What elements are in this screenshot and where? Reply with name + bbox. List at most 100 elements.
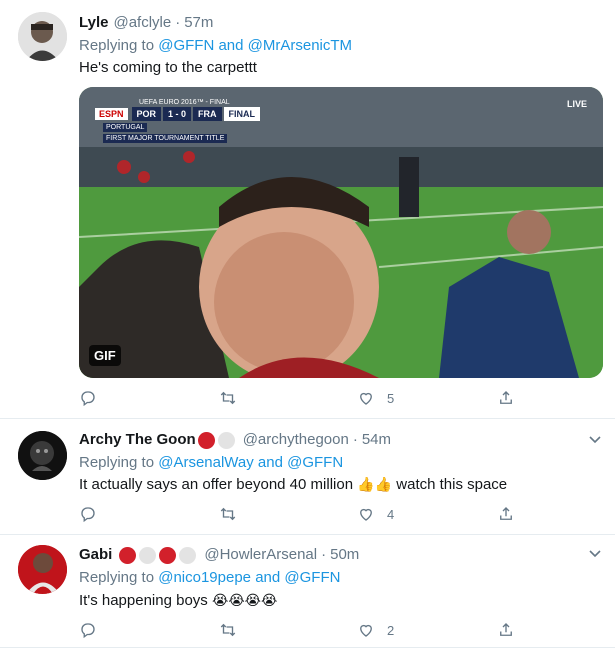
reply-icon (81, 623, 95, 639)
tweet-gabi[interactable]: Gabi @HowlerArsenal · 50m Replying to @n… (0, 535, 615, 648)
tweet-header: Gabi @HowlerArsenal · 50m (79, 545, 359, 565)
share-button[interactable] (497, 621, 515, 639)
avatar[interactable] (18, 545, 67, 594)
scoreboard-status: FINAL (223, 107, 261, 121)
replying-to-label: Replying to (79, 454, 155, 471)
tweet-text-main: It actually says an offer beyond 40 mill… (79, 476, 354, 493)
replying-to: Replying to @GFFN and @MrArsenicTM (79, 36, 352, 56)
live-badge: LIVE (566, 99, 587, 109)
tweet-gif[interactable]: UEFA EURO 2016™ - FINAL ESPN POR 1 - 0 F… (79, 87, 603, 378)
tweet-text-main: It's happening boys (79, 592, 208, 609)
reply-user-link[interactable]: @GFFN (158, 37, 214, 54)
scoreboard-subtitle: PORTUGAL (103, 123, 148, 132)
reply-user-link[interactable]: @MrArsenicTM (248, 37, 352, 54)
retweet-icon (220, 623, 236, 637)
scoreboard-network: ESPN (95, 108, 128, 120)
reply-icon (81, 507, 95, 523)
red-circle-icon (159, 546, 177, 564)
red-circle-icon (197, 431, 215, 449)
badge-dots (197, 431, 238, 449)
like-button[interactable]: 2 (357, 621, 394, 639)
white-circle-icon (179, 546, 197, 564)
display-name[interactable]: Gabi (79, 545, 112, 565)
retweet-button[interactable] (219, 505, 237, 523)
gif-frame (79, 87, 603, 378)
scoreboard-subtitle-2: FIRST MAJOR TOURNAMENT TITLE (103, 134, 228, 143)
like-button[interactable]: 5 (357, 389, 394, 407)
avatar[interactable] (18, 12, 67, 61)
like-count: 5 (387, 390, 395, 406)
avatar-image (18, 431, 67, 480)
reply-button[interactable] (79, 505, 97, 523)
separator-dot: · (175, 14, 181, 31)
separator-dot: · (352, 431, 358, 448)
tweet-actions: 5 (79, 389, 519, 409)
white-circle-icon (139, 546, 157, 564)
tweet-lyle[interactable]: Lyle @afclyle · 57m Replying to @GFFN an… (0, 0, 615, 419)
reply-and[interactable]: and (255, 569, 280, 586)
scoreboard: ESPN POR 1 - 0 FRA FINAL (95, 107, 261, 121)
tweet-text: It actually says an offer beyond 40 mill… (79, 475, 507, 495)
thumbs-up-emoji: 👍👍 (357, 477, 393, 493)
like-icon (360, 624, 372, 637)
tweet-actions: 4 (79, 505, 519, 525)
caret-down-icon[interactable] (587, 431, 603, 447)
retweet-button[interactable] (219, 621, 237, 639)
replying-to-label: Replying to (79, 37, 155, 54)
reply-button[interactable] (79, 389, 97, 407)
tweet-text-end: watch this space (396, 476, 508, 493)
timestamp[interactable]: 54m (362, 430, 391, 450)
display-name[interactable]: Lyle (79, 13, 108, 33)
avatar[interactable] (18, 431, 67, 480)
user-handle[interactable]: @HowlerArsenal (204, 545, 317, 565)
reply-user-link[interactable]: @GFFN (287, 454, 343, 471)
scoreboard-title: UEFA EURO 2016™ - FINAL (139, 99, 230, 106)
reply-user-link[interactable]: @nico19pepe (158, 569, 251, 586)
replying-to: Replying to @nico19pepe and @GFFN (79, 568, 340, 588)
reply-icon (81, 391, 95, 407)
like-count: 4 (387, 506, 395, 522)
gif-badge: GIF (89, 345, 121, 366)
replying-to: Replying to @ArsenalWay and @GFFN (79, 453, 343, 473)
share-icon (500, 623, 512, 636)
timestamp[interactable]: 50m (330, 545, 359, 565)
scoreboard-away: FRA (193, 107, 222, 121)
reply-button[interactable] (79, 621, 97, 639)
avatar-image (18, 12, 67, 61)
separator-dot: · (321, 546, 327, 563)
share-button[interactable] (497, 389, 515, 407)
red-circle-icon (119, 546, 137, 564)
reply-and[interactable]: and (258, 454, 283, 471)
crying-emoji: 😭😭😭😭 (211, 593, 278, 609)
like-icon (360, 392, 372, 405)
white-circle-icon (217, 431, 235, 449)
retweet-button[interactable] (219, 389, 237, 407)
avatar-image (18, 545, 67, 594)
tweet-text: He's coming to the carpettt (79, 59, 257, 76)
share-icon (500, 507, 512, 520)
reply-user-link[interactable]: @GFFN (284, 569, 340, 586)
replying-to-label: Replying to (79, 569, 155, 586)
retweet-icon (220, 391, 236, 405)
like-count: 2 (387, 622, 395, 638)
tweet-archy[interactable]: Archy The Goon @archythegoon · 54m Reply… (0, 419, 615, 535)
tweet-text: It's happening boys 😭😭😭😭 (79, 591, 277, 611)
user-handle[interactable]: @afclyle (113, 13, 171, 33)
share-icon (500, 391, 512, 404)
like-icon (360, 508, 372, 521)
caret-down-icon[interactable] (587, 545, 603, 561)
tweet-header: Lyle @afclyle · 57m (79, 13, 213, 33)
scoreboard-score: 1 - 0 (163, 107, 192, 121)
badge-dots (119, 546, 199, 564)
user-handle[interactable]: @archythegoon (243, 430, 349, 450)
tweet-actions: 2 (79, 621, 519, 641)
like-button[interactable]: 4 (357, 505, 394, 523)
scoreboard-home: POR (131, 107, 162, 121)
timestamp[interactable]: 57m (184, 13, 213, 33)
tweet-header: Archy The Goon @archythegoon · 54m (79, 430, 391, 450)
reply-user-link[interactable]: @ArsenalWay (158, 454, 254, 471)
share-button[interactable] (497, 505, 515, 523)
display-name[interactable]: Archy The Goon (79, 430, 196, 450)
reply-and[interactable]: and (218, 37, 243, 54)
retweet-icon (220, 507, 236, 521)
